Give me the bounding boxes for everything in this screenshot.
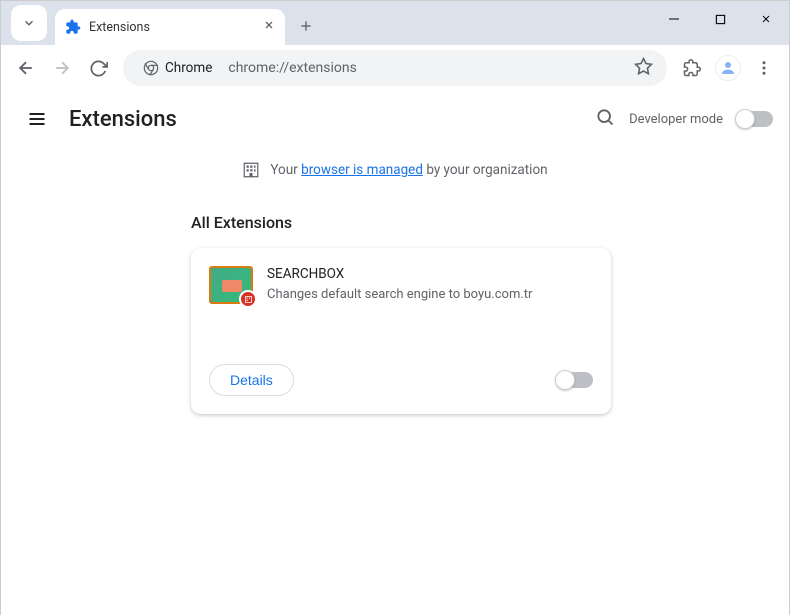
- extension-enable-toggle[interactable]: [557, 372, 593, 388]
- search-extensions-button[interactable]: [595, 107, 615, 131]
- developer-mode-toggle[interactable]: [737, 111, 773, 127]
- maximize-icon: [715, 14, 726, 25]
- managed-badge-icon: [239, 290, 257, 308]
- developer-mode-label: Developer mode: [629, 112, 723, 127]
- more-vert-icon: [755, 59, 773, 77]
- extension-icon: [209, 266, 253, 304]
- browser-toolbar: Chrome chrome://extensions: [1, 45, 789, 91]
- profile-button[interactable]: [711, 51, 745, 85]
- back-button[interactable]: [9, 51, 43, 85]
- details-button[interactable]: Details: [209, 364, 294, 396]
- reload-icon: [89, 59, 108, 78]
- managed-prefix: Your: [270, 162, 301, 178]
- search-icon: [595, 107, 615, 127]
- extension-puzzle-icon: [683, 59, 701, 77]
- minimize-button[interactable]: [651, 1, 697, 37]
- close-window-button[interactable]: [743, 1, 789, 37]
- person-icon: [719, 59, 737, 77]
- managed-suffix: by your organization: [423, 162, 548, 178]
- extension-puzzle-icon: [65, 19, 81, 35]
- chrome-icon: [143, 60, 159, 76]
- menu-hamburger-button[interactable]: [17, 99, 57, 139]
- section-title: All Extensions: [191, 213, 789, 232]
- hamburger-icon: [27, 109, 47, 129]
- close-tab-button[interactable]: [263, 19, 275, 35]
- close-icon: [263, 19, 275, 31]
- new-tab-button[interactable]: [291, 11, 321, 41]
- reload-button[interactable]: [81, 51, 115, 85]
- page-content: Extensions Developer mode Your browser i…: [1, 91, 789, 616]
- minimize-icon: [668, 13, 680, 25]
- building-icon: [242, 161, 260, 179]
- arrow-right-icon: [52, 58, 72, 78]
- star-icon: [634, 57, 653, 76]
- tab-search-button[interactable]: [11, 5, 47, 41]
- page-header: Extensions Developer mode: [1, 91, 789, 147]
- managed-banner: Your browser is managed by your organiza…: [1, 147, 789, 199]
- page-title: Extensions: [69, 107, 177, 132]
- site-chip-label: Chrome: [165, 60, 212, 76]
- close-icon: [760, 13, 772, 25]
- plus-icon: [298, 18, 314, 34]
- bookmark-button[interactable]: [634, 57, 653, 80]
- arrow-left-icon: [16, 58, 36, 78]
- extension-name: SEARCHBOX: [267, 266, 532, 282]
- url-text: chrome://extensions: [228, 60, 356, 76]
- extension-description: Changes default search engine to boyu.co…: [267, 286, 532, 304]
- window-titlebar: Extensions: [1, 1, 789, 45]
- managed-link[interactable]: browser is managed: [301, 162, 423, 178]
- browser-tab[interactable]: Extensions: [55, 9, 285, 45]
- forward-button[interactable]: [45, 51, 79, 85]
- chevron-down-icon: [22, 16, 36, 30]
- extensions-button[interactable]: [675, 51, 709, 85]
- avatar: [715, 55, 741, 81]
- extension-card: SEARCHBOX Changes default search engine …: [191, 248, 611, 414]
- menu-button[interactable]: [747, 51, 781, 85]
- tab-title: Extensions: [89, 20, 150, 35]
- site-chip[interactable]: Chrome: [137, 58, 218, 78]
- address-bar[interactable]: Chrome chrome://extensions: [123, 50, 667, 86]
- maximize-button[interactable]: [697, 1, 743, 37]
- window-controls: [651, 1, 789, 45]
